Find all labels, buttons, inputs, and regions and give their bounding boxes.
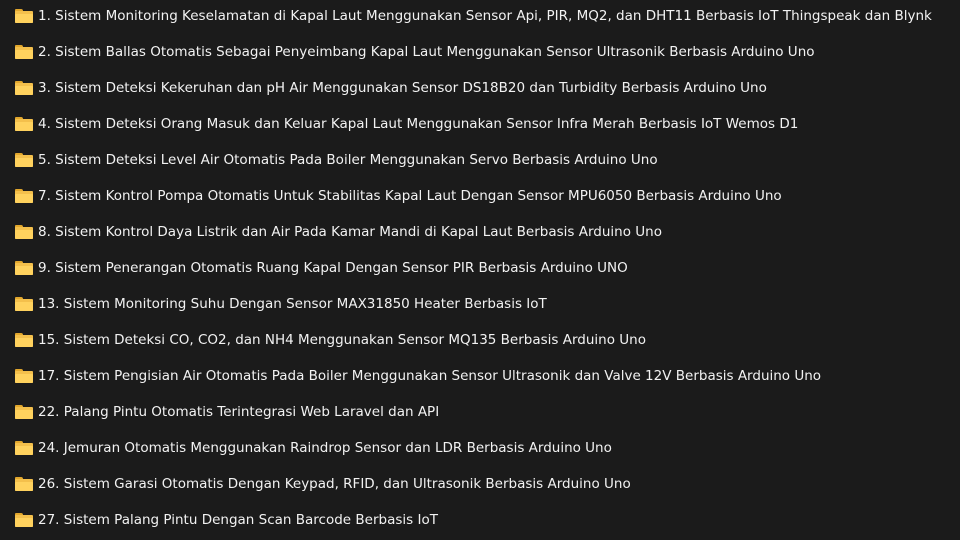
folder-icon — [15, 189, 33, 203]
folder-label: 4. Sistem Deteksi Orang Masuk dan Keluar… — [38, 116, 799, 132]
folder-icon — [15, 117, 33, 131]
folder-item[interactable]: 27. Sistem Palang Pintu Dengan Scan Barc… — [0, 502, 960, 538]
folder-list: 1. Sistem Monitoring Keselamatan di Kapa… — [0, 0, 960, 540]
folder-item[interactable]: 1. Sistem Monitoring Keselamatan di Kapa… — [0, 0, 960, 34]
folder-icon — [15, 45, 33, 59]
folder-label: 24. Jemuran Otomatis Menggunakan Raindro… — [38, 440, 612, 456]
folder-item[interactable]: 26. Sistem Garasi Otomatis Dengan Keypad… — [0, 466, 960, 502]
folder-icon — [15, 477, 33, 491]
folder-label: 13. Sistem Monitoring Suhu Dengan Sensor… — [38, 296, 547, 312]
folder-item[interactable]: 17. Sistem Pengisian Air Otomatis Pada B… — [0, 358, 960, 394]
folder-item[interactable]: 22. Palang Pintu Otomatis Terintegrasi W… — [0, 394, 960, 430]
folder-icon — [15, 333, 33, 347]
folder-item[interactable]: 5. Sistem Deteksi Level Air Otomatis Pad… — [0, 142, 960, 178]
folder-icon — [15, 405, 33, 419]
folder-label: 22. Palang Pintu Otomatis Terintegrasi W… — [38, 404, 440, 420]
folder-item[interactable]: 24. Jemuran Otomatis Menggunakan Raindro… — [0, 430, 960, 466]
folder-label: 2. Sistem Ballas Otomatis Sebagai Penyei… — [38, 44, 815, 60]
folder-label: 5. Sistem Deteksi Level Air Otomatis Pad… — [38, 152, 658, 168]
folder-icon — [15, 441, 33, 455]
folder-item[interactable]: 9. Sistem Penerangan Otomatis Ruang Kapa… — [0, 250, 960, 286]
folder-item[interactable]: 2. Sistem Ballas Otomatis Sebagai Penyei… — [0, 34, 960, 70]
folder-icon — [15, 369, 33, 383]
folder-icon — [15, 153, 33, 167]
folder-label: 26. Sistem Garasi Otomatis Dengan Keypad… — [38, 476, 631, 492]
folder-label: 7. Sistem Kontrol Pompa Otomatis Untuk S… — [38, 188, 782, 204]
folder-icon — [15, 297, 33, 311]
folder-item[interactable]: 13. Sistem Monitoring Suhu Dengan Sensor… — [0, 286, 960, 322]
folder-icon — [15, 225, 33, 239]
folder-item[interactable]: 15. Sistem Deteksi CO, CO2, dan NH4 Meng… — [0, 322, 960, 358]
folder-label: 27. Sistem Palang Pintu Dengan Scan Barc… — [38, 512, 438, 528]
folder-label: 9. Sistem Penerangan Otomatis Ruang Kapa… — [38, 260, 628, 276]
folder-item[interactable]: 4. Sistem Deteksi Orang Masuk dan Keluar… — [0, 106, 960, 142]
folder-icon — [15, 9, 33, 23]
folder-icon — [15, 513, 33, 527]
folder-icon — [15, 81, 33, 95]
folder-label: 15. Sistem Deteksi CO, CO2, dan NH4 Meng… — [38, 332, 646, 348]
folder-label: 8. Sistem Kontrol Daya Listrik dan Air P… — [38, 224, 662, 240]
folder-label: 3. Sistem Deteksi Kekeruhan dan pH Air M… — [38, 80, 767, 96]
folder-label: 1. Sistem Monitoring Keselamatan di Kapa… — [38, 8, 932, 24]
folder-label: 17. Sistem Pengisian Air Otomatis Pada B… — [38, 368, 822, 384]
folder-item[interactable]: 7. Sistem Kontrol Pompa Otomatis Untuk S… — [0, 178, 960, 214]
folder-item[interactable]: 3. Sistem Deteksi Kekeruhan dan pH Air M… — [0, 70, 960, 106]
folder-item[interactable]: 8. Sistem Kontrol Daya Listrik dan Air P… — [0, 214, 960, 250]
folder-icon — [15, 261, 33, 275]
